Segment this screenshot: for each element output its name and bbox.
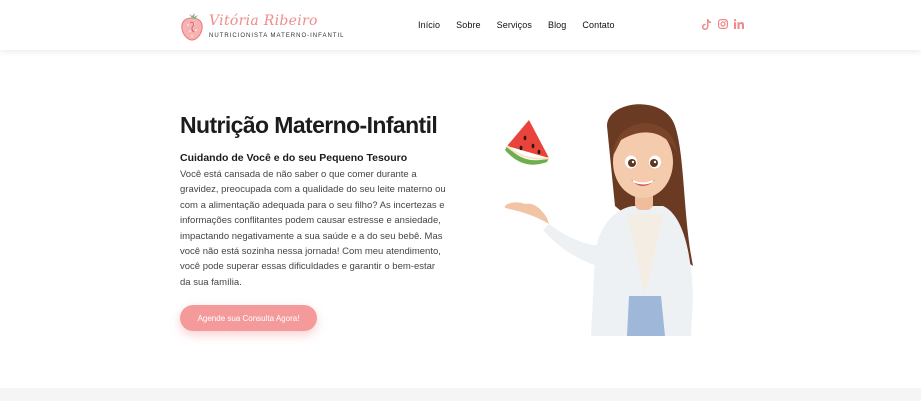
next-section-band <box>0 388 921 401</box>
brand-logo[interactable]: Vitória Ribeiro NUTRICIONISTA MATERNO-IN… <box>180 10 344 42</box>
site-header: Vitória Ribeiro NUTRICIONISTA MATERNO-IN… <box>0 0 921 50</box>
nav-item-inicio[interactable]: Início <box>418 20 440 30</box>
main-nav: Início Sobre Serviços Blog Contato <box>418 0 615 50</box>
nav-item-blog[interactable]: Blog <box>548 20 566 30</box>
tiktok-icon[interactable] <box>701 18 712 30</box>
linkedin-icon[interactable] <box>733 18 744 30</box>
nav-item-servicos[interactable]: Serviços <box>497 20 532 30</box>
watermelon-icon <box>505 120 550 165</box>
book-consultation-button[interactable]: Agende sua Consulta Agora! <box>180 305 317 331</box>
hero-subtitle: Cuidando de Você e do seu Pequeno Tesour… <box>180 152 408 164</box>
brand-tagline: NUTRICIONISTA MATERNO-INFANTIL <box>209 33 345 39</box>
social-links <box>701 18 744 30</box>
brand-name: Vitória Ribeiro <box>209 13 318 29</box>
nav-item-contato[interactable]: Contato <box>582 20 614 30</box>
instagram-icon[interactable] <box>717 18 728 30</box>
hero-title: Nutrição Materno-Infantil <box>180 112 438 138</box>
strawberry-logo-icon <box>181 13 203 41</box>
hero-description: Você está cansada de não saber o que com… <box>180 169 446 288</box>
nutritionist-illustration <box>504 104 693 336</box>
nav-item-sobre[interactable]: Sobre <box>456 20 481 30</box>
